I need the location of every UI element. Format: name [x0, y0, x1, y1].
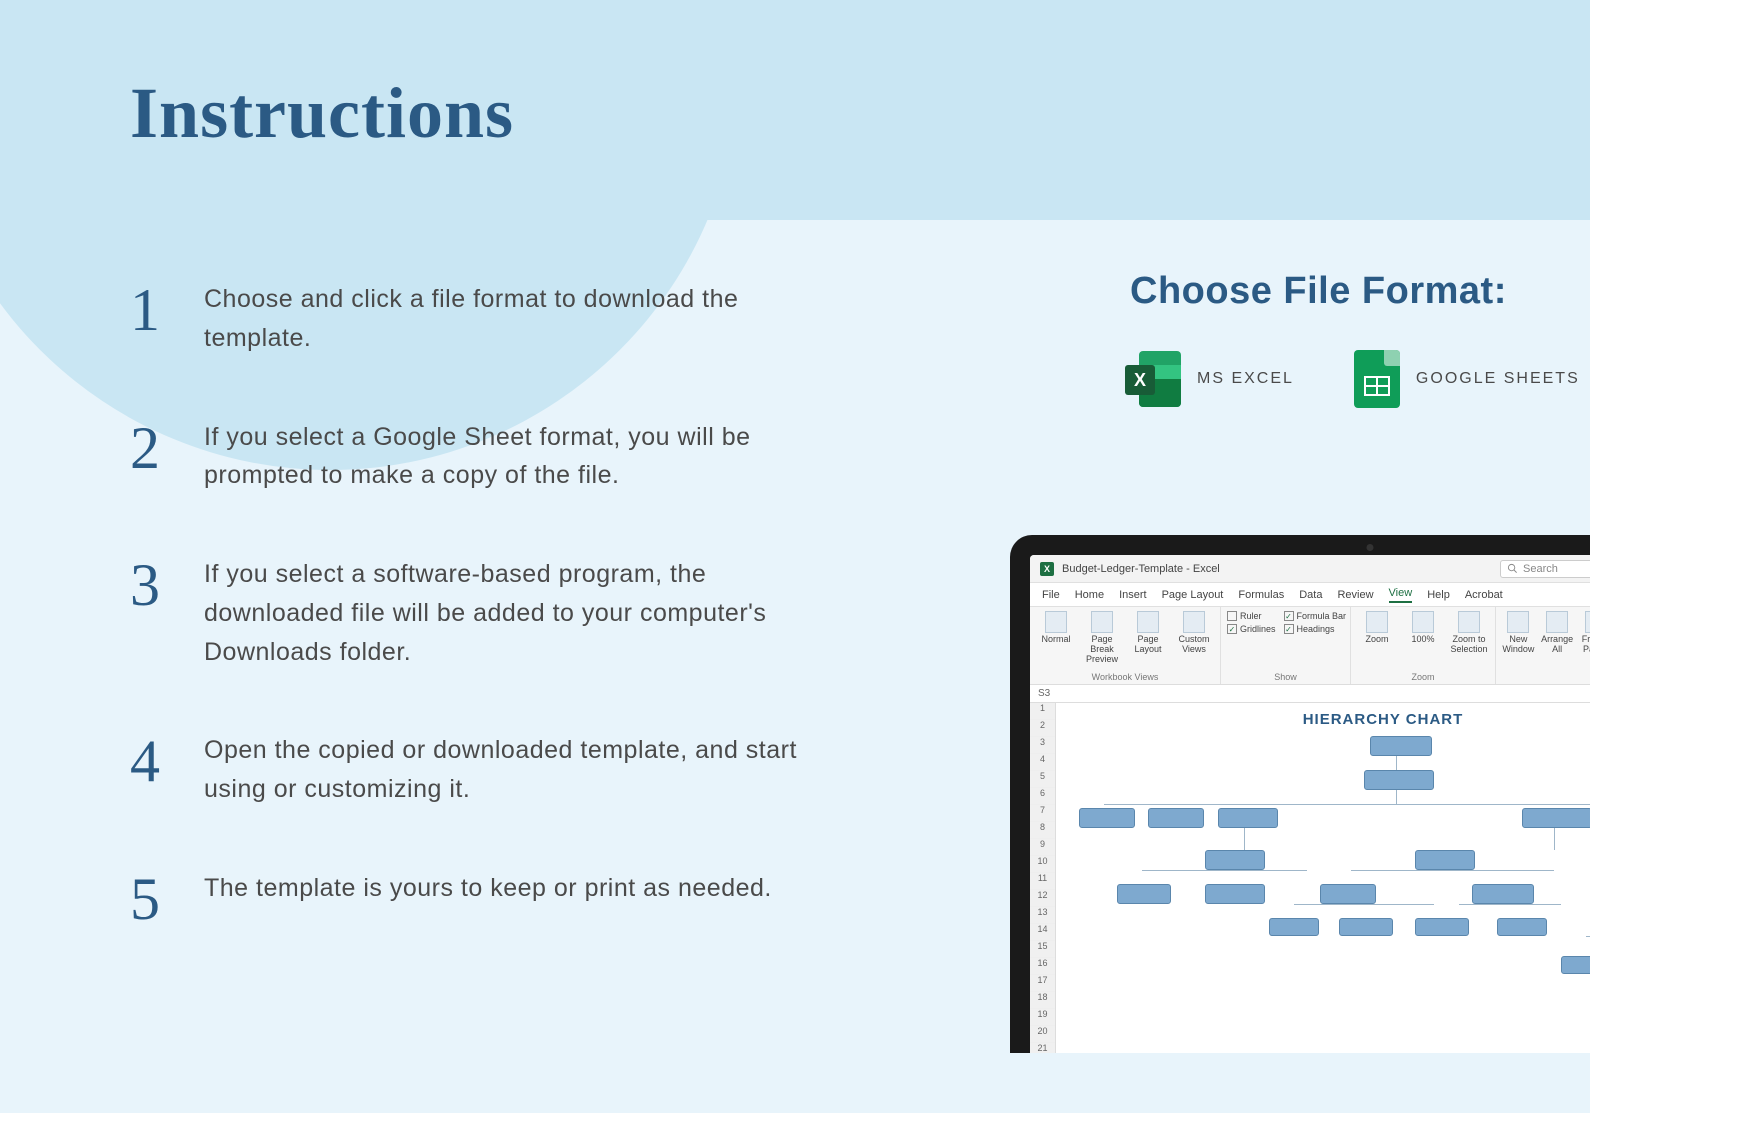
btn-normal[interactable]: Normal: [1036, 611, 1076, 645]
org-node: [1415, 918, 1469, 936]
step-text: Choose and click a file format to downlo…: [204, 280, 820, 358]
hierarchy-chart-canvas: HIERARCHY CHART: [1056, 703, 1590, 1053]
step-5: 5 The template is yours to keep or print…: [130, 869, 820, 929]
step-number: 4: [130, 731, 164, 791]
page-title: Instructions: [130, 72, 514, 155]
step-number: 1: [130, 280, 164, 340]
btn-new-window[interactable]: New Window: [1502, 611, 1535, 655]
ribbon-group-workbook-views: Normal Page Break Preview Page Layout Cu…: [1030, 607, 1221, 684]
step-1: 1 Choose and click a file format to down…: [130, 280, 820, 358]
check-formula-bar[interactable]: ✓Formula Bar: [1284, 611, 1347, 621]
ribbon-group-label: Workbook Views: [1036, 672, 1214, 682]
row-numbers: 1234567891011121314151617181920212223242…: [1030, 703, 1056, 1053]
org-node: [1148, 808, 1204, 828]
org-node: [1339, 918, 1393, 936]
btn-zoom-to-selection[interactable]: Zoom to Selection: [1449, 611, 1489, 655]
btn-custom-views[interactable]: Custom Views: [1174, 611, 1214, 655]
org-node: [1205, 850, 1265, 870]
excel-app-icon: X: [1040, 562, 1054, 576]
btn-page-layout[interactable]: Page Layout: [1128, 611, 1168, 655]
step-number: 5: [130, 869, 164, 929]
org-node: [1117, 884, 1171, 904]
step-3: 3 If you select a software-based program…: [130, 555, 820, 671]
sheet-area: 1234567891011121314151617181920212223242…: [1030, 703, 1590, 1053]
ribbon-group-zoom: Zoom 100% Zoom to Selection Zoom: [1351, 607, 1496, 684]
tab-page-layout[interactable]: Page Layout: [1162, 589, 1224, 601]
tab-formulas[interactable]: Formulas: [1238, 589, 1284, 601]
org-node: [1364, 770, 1434, 790]
format-option-sheets[interactable]: GOOGLE SHEETS: [1354, 350, 1580, 408]
format-option-excel[interactable]: X MS EXCEL: [1125, 350, 1294, 408]
laptop-camera: [1367, 544, 1374, 551]
tab-review[interactable]: Review: [1337, 589, 1373, 601]
btn-freeze-panes[interactable]: Freeze Panes: [1579, 611, 1590, 655]
ribbon-group-label: Show: [1227, 672, 1344, 682]
ribbon-group-label: Zoom: [1357, 672, 1489, 682]
btn-arrange-all[interactable]: Arrange All: [1541, 611, 1574, 655]
document-title: Budget-Ledger-Template - Excel: [1062, 563, 1220, 575]
steps-list: 1 Choose and click a file format to down…: [130, 280, 820, 929]
check-ruler[interactable]: Ruler: [1227, 611, 1276, 621]
titlebar: X Budget-Ledger-Template - Excel Search: [1030, 555, 1590, 583]
choose-format-title: Choose File Format:: [1130, 270, 1507, 313]
tab-help[interactable]: Help: [1427, 589, 1450, 601]
name-box-row: S3: [1030, 685, 1590, 703]
tab-insert[interactable]: Insert: [1119, 589, 1147, 601]
tab-view[interactable]: View: [1389, 587, 1413, 603]
tab-data[interactable]: Data: [1299, 589, 1322, 601]
step-4: 4 Open the copied or downloaded template…: [130, 731, 820, 809]
org-node: [1370, 736, 1432, 756]
search-placeholder: Search: [1523, 563, 1558, 575]
format-options: X MS EXCEL GOOGLE SHEETS: [1125, 350, 1580, 408]
format-label: MS EXCEL: [1197, 370, 1294, 388]
step-text: The template is yours to keep or print a…: [204, 869, 772, 908]
laptop-frame: X Budget-Ledger-Template - Excel Search …: [1010, 535, 1590, 1053]
btn-100pct[interactable]: 100%: [1403, 611, 1443, 645]
ribbon-tabs: File Home Insert Page Layout Formulas Da…: [1030, 583, 1590, 607]
format-label: GOOGLE SHEETS: [1416, 370, 1580, 388]
hierarchy-chart-title: HIERARCHY CHART: [1066, 711, 1590, 728]
check-gridlines[interactable]: ✓Gridlines: [1227, 624, 1276, 634]
org-node: [1497, 918, 1547, 936]
org-node: [1320, 884, 1376, 904]
org-node: [1218, 808, 1278, 828]
org-node: [1415, 850, 1475, 870]
step-text: If you select a Google Sheet format, you…: [204, 418, 820, 496]
btn-zoom[interactable]: Zoom: [1357, 611, 1397, 645]
ribbon-group-show: Ruler ✓Formula Bar ✓Gridlines ✓Headings …: [1221, 607, 1351, 684]
step-number: 2: [130, 418, 164, 478]
org-node: [1205, 884, 1265, 904]
tab-home[interactable]: Home: [1075, 589, 1104, 601]
org-node: [1269, 918, 1319, 936]
btn-page-break-preview[interactable]: Page Break Preview: [1082, 611, 1122, 665]
excel-icon: X: [1125, 351, 1181, 407]
tab-file[interactable]: File: [1042, 589, 1060, 601]
search-box[interactable]: Search: [1500, 560, 1590, 578]
org-node: [1472, 884, 1534, 904]
ribbon: Normal Page Break Preview Page Layout Cu…: [1030, 607, 1590, 685]
org-node: [1561, 956, 1590, 974]
name-box[interactable]: S3: [1038, 688, 1050, 699]
org-node: [1522, 808, 1590, 828]
laptop-mockup: X Budget-Ledger-Template - Excel Search …: [1010, 535, 1590, 1095]
step-text: If you select a software-based program, …: [204, 555, 820, 671]
instruction-card: Instructions 1 Choose and click a file f…: [0, 0, 1590, 1113]
excel-screen: X Budget-Ledger-Template - Excel Search …: [1030, 555, 1590, 1053]
step-text: Open the copied or downloaded template, …: [204, 731, 820, 809]
org-chart: [1066, 736, 1590, 1016]
tab-acrobat[interactable]: Acrobat: [1465, 589, 1503, 601]
search-icon: [1507, 563, 1518, 574]
check-headings[interactable]: ✓Headings: [1284, 624, 1347, 634]
ribbon-group-label: Window: [1502, 672, 1590, 682]
google-sheets-icon: [1354, 350, 1400, 408]
step-2: 2 If you select a Google Sheet format, y…: [130, 418, 820, 496]
step-number: 3: [130, 555, 164, 615]
org-node: [1079, 808, 1135, 828]
ribbon-group-window: New Window Arrange All Freeze Panes Spli…: [1496, 607, 1590, 684]
